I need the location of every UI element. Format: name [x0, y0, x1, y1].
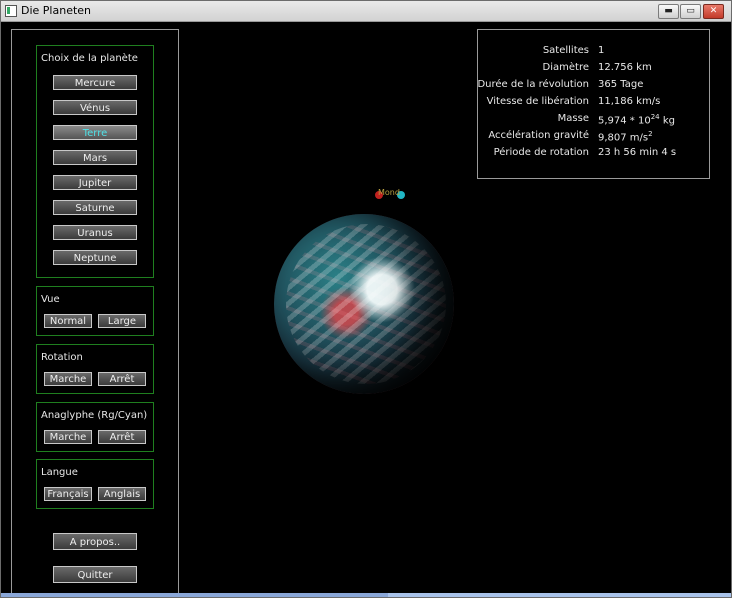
rotation-group: Rotation Marche Arrêt — [36, 344, 154, 394]
apropos-button[interactable]: A propos.. — [53, 533, 137, 550]
planet-button-neptune[interactable]: Neptune — [53, 250, 137, 265]
info-row: Période de rotation 23 h 56 min 4 s — [478, 147, 709, 161]
vue-label: Vue — [41, 294, 60, 305]
planet-button-venus[interactable]: Vénus — [53, 100, 137, 115]
langue-group: Langue Français Anglais — [36, 459, 154, 509]
info-row: Diamètre 12.756 km — [478, 62, 709, 76]
vue-large-button[interactable]: Large — [98, 314, 146, 328]
minimize-icon[interactable]: ▬ — [658, 4, 679, 19]
planet-button-uranus[interactable]: Uranus — [53, 225, 137, 240]
planet-button-saturne[interactable]: Saturne — [53, 200, 137, 215]
anaglyph-arret-button[interactable]: Arrêt — [98, 430, 146, 444]
langue-francais-button[interactable]: Français — [44, 487, 92, 501]
maximize-icon[interactable]: ▭ — [680, 4, 701, 19]
info-row: Masse 5,974 * 1024 kg — [478, 113, 709, 127]
app-icon — [5, 5, 17, 17]
info-value: 9,807 m/s2 — [598, 130, 653, 144]
planet-info-panel: Satellites 1 Diamètre 12.756 km Durée de… — [477, 29, 710, 179]
moon-label: Mond — [378, 188, 400, 197]
info-value: 365 Tage — [598, 79, 644, 90]
info-label: Vitesse de libération — [486, 96, 589, 107]
info-label: Masse — [557, 113, 589, 124]
info-row: Accélération gravité 9,807 m/s2 — [478, 130, 709, 144]
planet-choice-group: Choix de la planète Mercure Vénus Terre … — [36, 45, 154, 278]
control-panel: Choix de la planète Mercure Vénus Terre … — [11, 29, 179, 596]
info-label: Durée de la révolution — [477, 79, 589, 90]
title-bar[interactable]: Die Planeten ▬ ▭ ✕ — [1, 1, 731, 22]
earth-anaglyph-image[interactable] — [274, 214, 454, 394]
info-label: Satellites — [542, 45, 589, 56]
info-value: 11,186 km/s — [598, 96, 661, 107]
planet-button-mercure[interactable]: Mercure — [53, 75, 137, 90]
info-value: 23 h 56 min 4 s — [598, 147, 677, 158]
info-row: Satellites 1 — [478, 45, 709, 59]
taskbar-strip — [1, 593, 731, 597]
info-value: 1 — [598, 45, 605, 56]
info-row: Durée de la révolution 365 Tage — [477, 79, 709, 93]
quitter-button[interactable]: Quitter — [53, 566, 137, 583]
planet-button-terre[interactable]: Terre — [53, 125, 137, 140]
anaglyph-marche-button[interactable]: Marche — [44, 430, 92, 444]
rotation-arret-button[interactable]: Arrêt — [98, 372, 146, 386]
anaglyph-group: Anaglyphe (Rg/Cyan) Marche Arrêt — [36, 402, 154, 452]
info-row: Vitesse de libération 11,186 km/s — [478, 96, 709, 110]
langue-anglais-button[interactable]: Anglais — [98, 487, 146, 501]
info-label: Diamètre — [542, 62, 589, 73]
info-value: 5,974 * 1024 kg — [598, 113, 675, 127]
info-label: Accélération gravité — [488, 130, 589, 141]
vue-normal-button[interactable]: Normal — [44, 314, 92, 328]
langue-label: Langue — [41, 467, 78, 478]
planet-choice-label: Choix de la planète — [41, 53, 138, 64]
window-title: Die Planeten — [21, 4, 92, 17]
info-value: 12.756 km — [598, 62, 652, 73]
planet-button-jupiter[interactable]: Jupiter — [53, 175, 137, 190]
info-label: Période de rotation — [493, 147, 589, 158]
app-window: Die Planeten ▬ ▭ ✕ Choix de la planète M… — [0, 0, 732, 598]
planet-button-mars[interactable]: Mars — [53, 150, 137, 165]
close-icon[interactable]: ✕ — [703, 4, 724, 19]
rotation-label: Rotation — [41, 352, 83, 363]
anaglyph-label: Anaglyphe (Rg/Cyan) — [41, 410, 148, 421]
vue-group: Vue Normal Large — [36, 286, 154, 336]
rotation-marche-button[interactable]: Marche — [44, 372, 92, 386]
